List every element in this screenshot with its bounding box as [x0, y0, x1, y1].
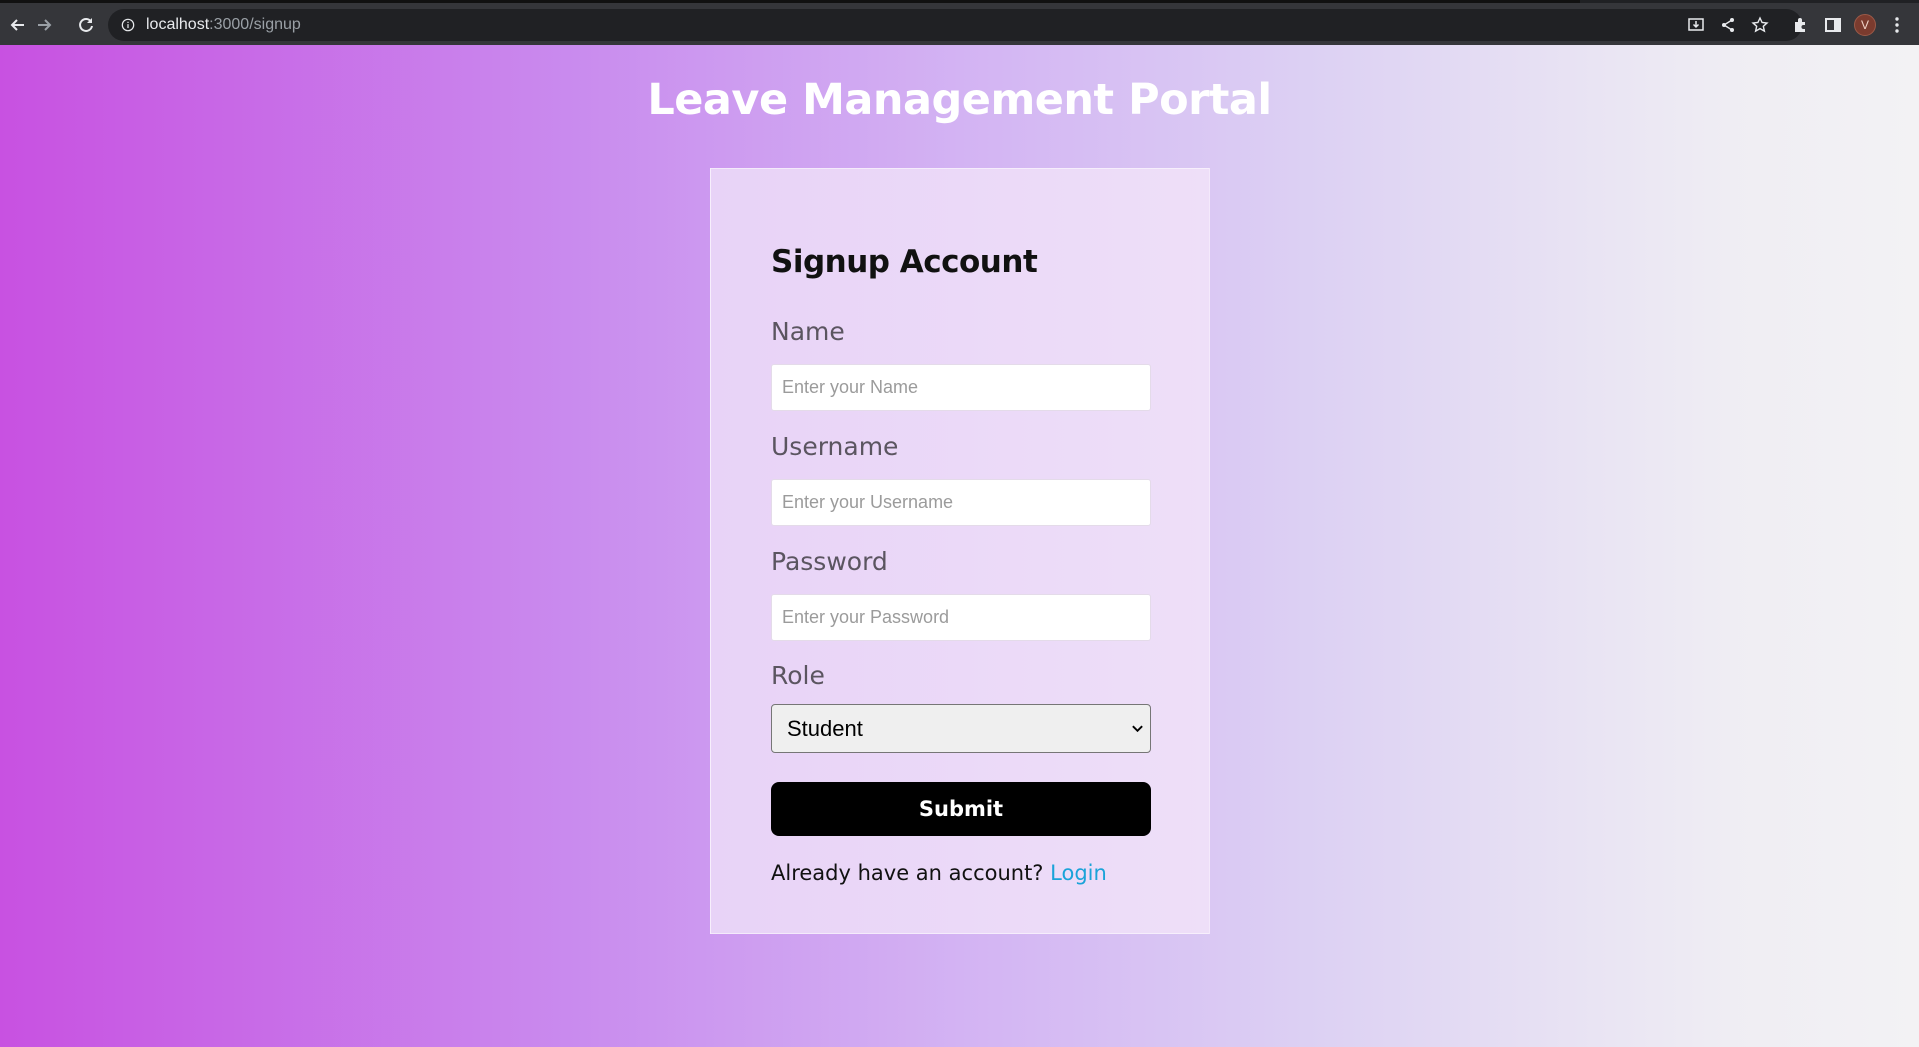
page-title: Leave Management Portal: [647, 75, 1272, 125]
role-label: Role: [771, 661, 825, 690]
login-prompt-text: Already have an account?: [771, 861, 1044, 885]
address-bar[interactable]: localhost:3000/signup: [108, 9, 1802, 41]
loading-bar: [0, 0, 1580, 3]
browser-toolbar: localhost:3000/signup V: [0, 0, 1919, 45]
extensions-icon[interactable]: [1790, 14, 1812, 36]
back-button[interactable]: [4, 11, 32, 39]
username-label: Username: [771, 432, 899, 461]
forward-arrow-icon: [38, 19, 52, 31]
chevron-down-icon: [1130, 722, 1144, 736]
side-panel-icon[interactable]: [1822, 14, 1844, 36]
login-prompt-line: Already have an account? Login: [771, 861, 1107, 885]
username-input[interactable]: [771, 479, 1151, 526]
role-select[interactable]: Student: [771, 704, 1151, 753]
back-arrow-icon: [10, 19, 24, 31]
name-label: Name: [771, 317, 845, 346]
login-link[interactable]: Login: [1050, 861, 1107, 885]
password-label: Password: [771, 547, 888, 576]
reload-button[interactable]: [72, 11, 100, 39]
reload-icon: [79, 17, 93, 32]
password-input[interactable]: [771, 594, 1151, 641]
url-text: localhost:3000/signup: [146, 16, 301, 33]
signup-card: Signup Account Name Username Password Ro…: [710, 168, 1210, 934]
page-background: Leave Management Portal Signup Account N…: [0, 45, 1919, 1047]
forward-button[interactable]: [30, 11, 58, 39]
profile-avatar[interactable]: V: [1854, 14, 1876, 36]
form-heading: Signup Account: [771, 244, 1038, 280]
name-input[interactable]: [771, 364, 1151, 411]
site-info-icon[interactable]: [120, 17, 136, 33]
bookmark-star-icon[interactable]: [1750, 15, 1770, 35]
role-selected-value: Student: [787, 715, 863, 741]
share-icon[interactable]: [1718, 15, 1738, 35]
menu-kebab-icon[interactable]: [1886, 14, 1908, 36]
install-app-icon[interactable]: [1686, 15, 1706, 35]
submit-button[interactable]: Submit: [771, 782, 1151, 836]
